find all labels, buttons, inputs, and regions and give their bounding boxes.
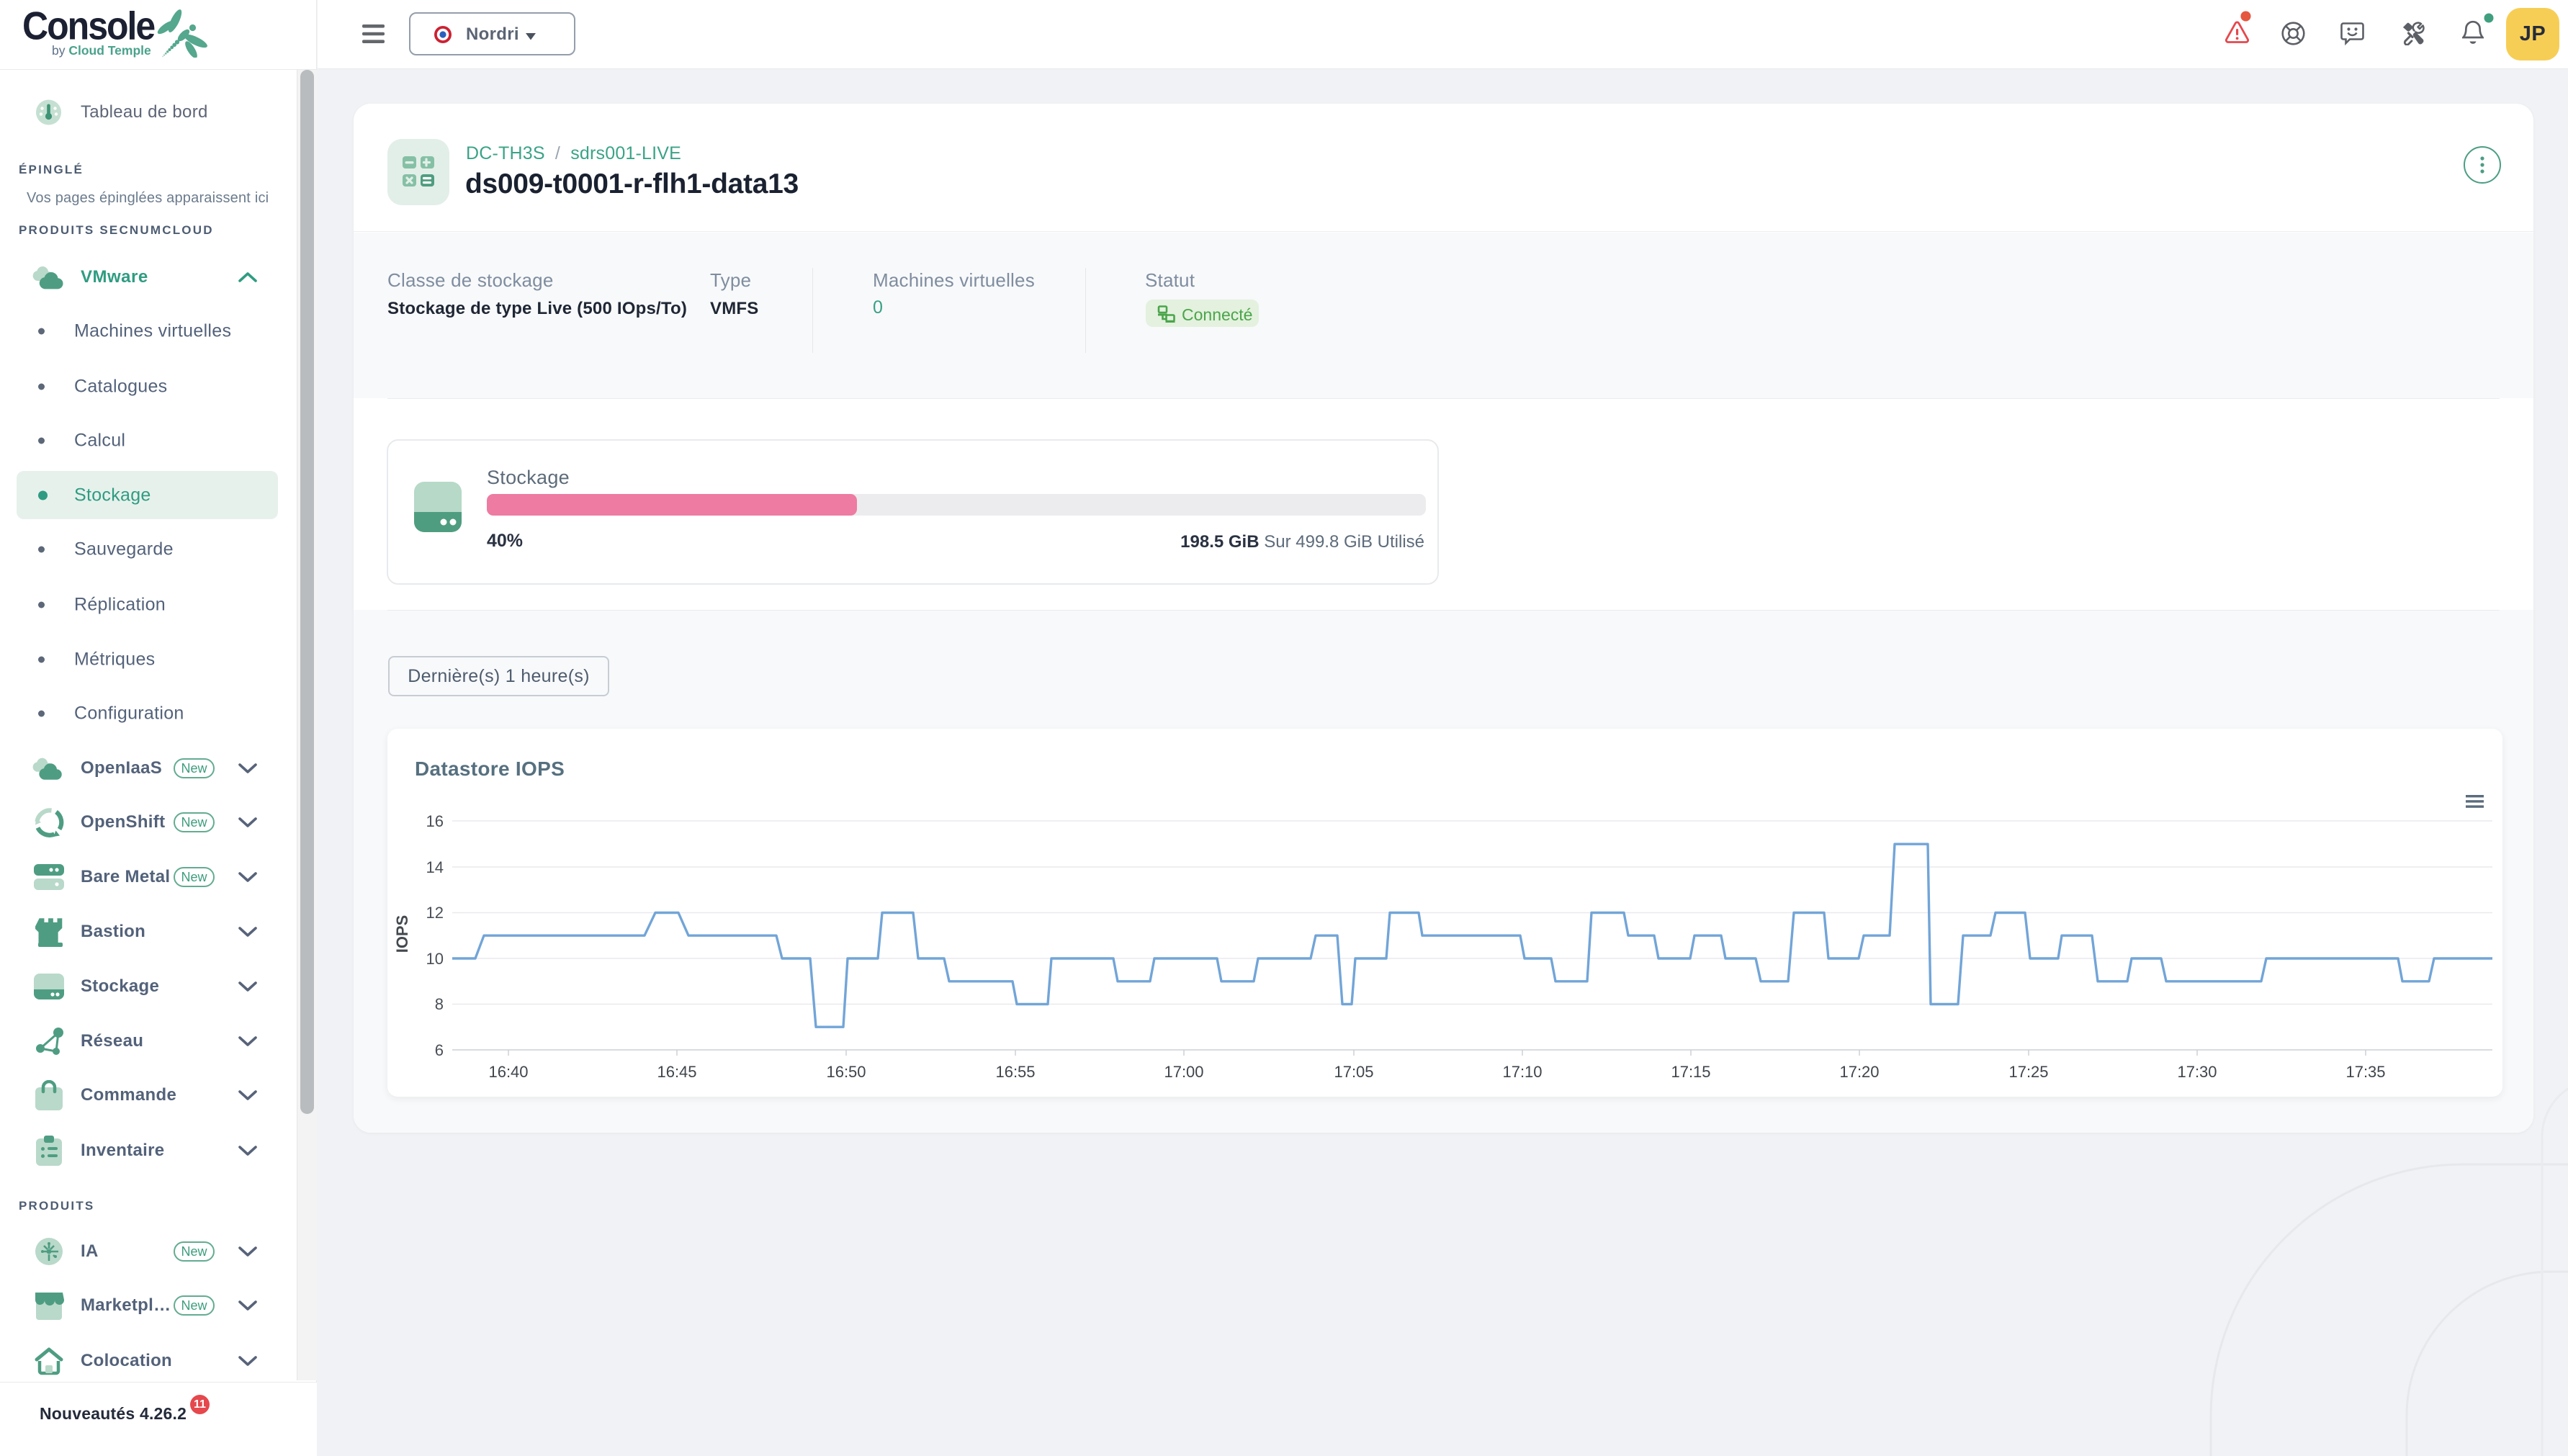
- svg-text:6: 6: [435, 1041, 444, 1059]
- svg-text:14: 14: [426, 858, 444, 876]
- svg-text:17:30: 17:30: [2177, 1063, 2217, 1081]
- svg-text:16:55: 16:55: [995, 1063, 1035, 1081]
- svg-text:17:15: 17:15: [1671, 1063, 1710, 1081]
- svg-text:17:05: 17:05: [1334, 1063, 1373, 1081]
- svg-text:IOPS: IOPS: [393, 915, 411, 953]
- svg-text:17:20: 17:20: [1839, 1063, 1879, 1081]
- svg-text:17:35: 17:35: [2345, 1063, 2385, 1081]
- svg-text:12: 12: [426, 904, 444, 922]
- svg-text:10: 10: [426, 950, 444, 968]
- svg-text:17:10: 17:10: [1502, 1063, 1542, 1081]
- svg-text:17:00: 17:00: [1164, 1063, 1203, 1081]
- svg-text:16:50: 16:50: [826, 1063, 866, 1081]
- svg-text:8: 8: [435, 995, 444, 1013]
- svg-text:16:45: 16:45: [657, 1063, 696, 1081]
- svg-text:16:40: 16:40: [488, 1063, 528, 1081]
- svg-text:17:25: 17:25: [2008, 1063, 2048, 1081]
- svg-text:16: 16: [426, 812, 444, 830]
